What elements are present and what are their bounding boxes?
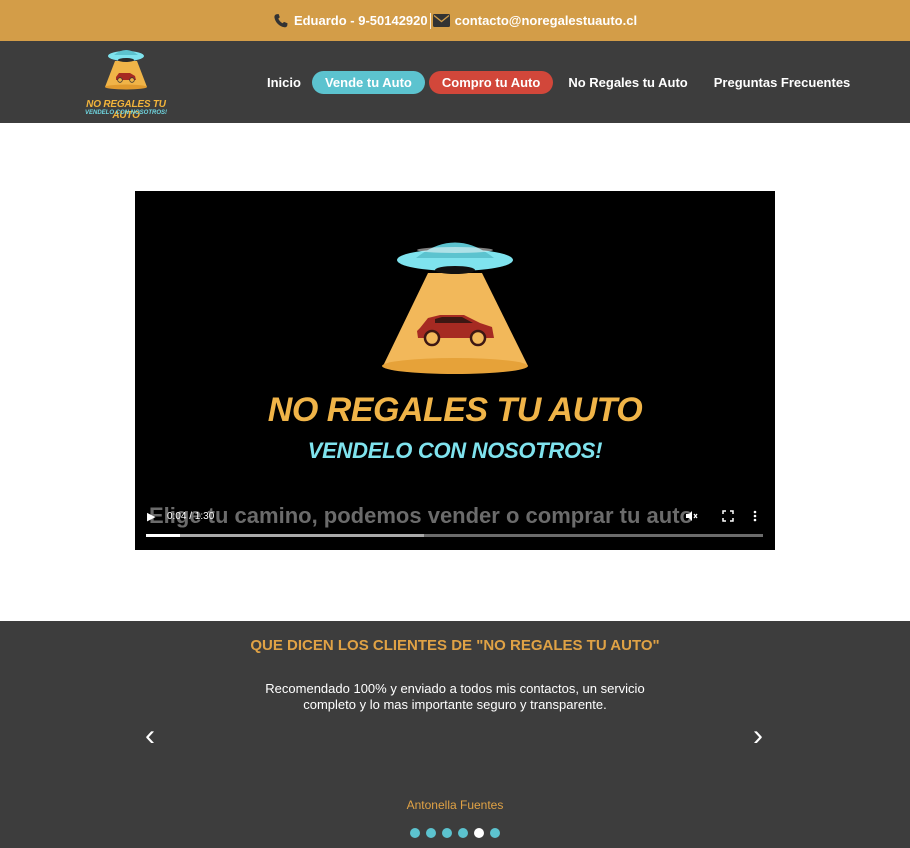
logo-tagline: VENDELO CON NOSOTROS! bbox=[84, 110, 167, 116]
nav-item-compro-tu-auto[interactable]: Compro tu Auto bbox=[428, 71, 554, 94]
ufo-logo-icon bbox=[105, 50, 147, 90]
nav-item-inicio[interactable]: Inicio bbox=[258, 70, 310, 95]
ufo-car-illustration bbox=[382, 242, 528, 374]
testimonials-section: QUE DICEN LOS CLIENTES DE "NO REGALES TU… bbox=[0, 621, 910, 848]
carousel-dot[interactable] bbox=[490, 828, 500, 838]
carousel-dot[interactable] bbox=[474, 828, 484, 838]
more-options-icon[interactable] bbox=[753, 510, 757, 525]
video-progress-bar[interactable] bbox=[146, 534, 763, 537]
volume-muted-icon[interactable] bbox=[685, 510, 698, 525]
video-title: NO REGALES TU AUTO bbox=[267, 391, 643, 429]
phone-contact[interactable]: Eduardo - 9-50142920 bbox=[273, 13, 428, 29]
carousel-dots bbox=[410, 828, 500, 838]
video-buffer-fill bbox=[146, 534, 424, 537]
phone-icon bbox=[273, 13, 289, 29]
video-time: 0:04 / 1:30 bbox=[167, 511, 215, 522]
carousel-dot[interactable] bbox=[442, 828, 452, 838]
carousel-next-arrow-icon[interactable]: › bbox=[753, 721, 763, 751]
testimonial-quote: Recomendado 100% y enviado a todos mis c… bbox=[265, 681, 645, 712]
email-contact[interactable]: contacto@noregalestuauto.cl bbox=[432, 13, 638, 28]
envelope-icon bbox=[432, 14, 450, 27]
carousel-dot[interactable] bbox=[410, 828, 420, 838]
video-subtitle: VENDELO CON NOSOTROS! bbox=[307, 438, 603, 463]
nav-menu: Inicio Vende tu Auto Compro tu Auto No R… bbox=[258, 70, 859, 95]
video-played-fill bbox=[146, 534, 180, 537]
nav-item-preguntas-frecuentes[interactable]: Preguntas Frecuentes bbox=[705, 70, 860, 95]
contact-separator bbox=[429, 12, 431, 29]
testimonial-author: Antonella Fuentes bbox=[406, 798, 504, 812]
testimonials-heading: QUE DICEN LOS CLIENTES DE "NO REGALES TU… bbox=[250, 637, 660, 654]
nav-item-vende-tu-auto[interactable]: Vende tu Auto bbox=[311, 71, 425, 94]
phone-text: Eduardo - 9-50142920 bbox=[293, 13, 428, 28]
carousel-dot[interactable] bbox=[458, 828, 468, 838]
main-navbar: NO REGALES TU AUTO VENDELO CON NOSOTROS!… bbox=[0, 41, 910, 123]
fullscreen-icon[interactable] bbox=[722, 510, 734, 525]
nav-item-no-regales-tu-auto[interactable]: No Regales tu Auto bbox=[559, 70, 696, 95]
email-text: contacto@noregalestuauto.cl bbox=[454, 13, 638, 28]
promo-video-player[interactable]: NO REGALES TU AUTO VENDELO CON NOSOTROS!… bbox=[135, 191, 775, 550]
carousel-dot[interactable] bbox=[426, 828, 436, 838]
site-logo[interactable]: NO REGALES TU AUTO VENDELO CON NOSOTROS! bbox=[80, 47, 172, 121]
carousel-prev-arrow-icon[interactable]: ‹ bbox=[145, 721, 155, 751]
play-icon[interactable]: ▶ bbox=[147, 510, 155, 523]
top-contact-bar: Eduardo - 9-50142920 contacto@noregalest… bbox=[0, 0, 910, 41]
video-controls: ▶ 0:04 / 1:30 bbox=[135, 507, 775, 527]
